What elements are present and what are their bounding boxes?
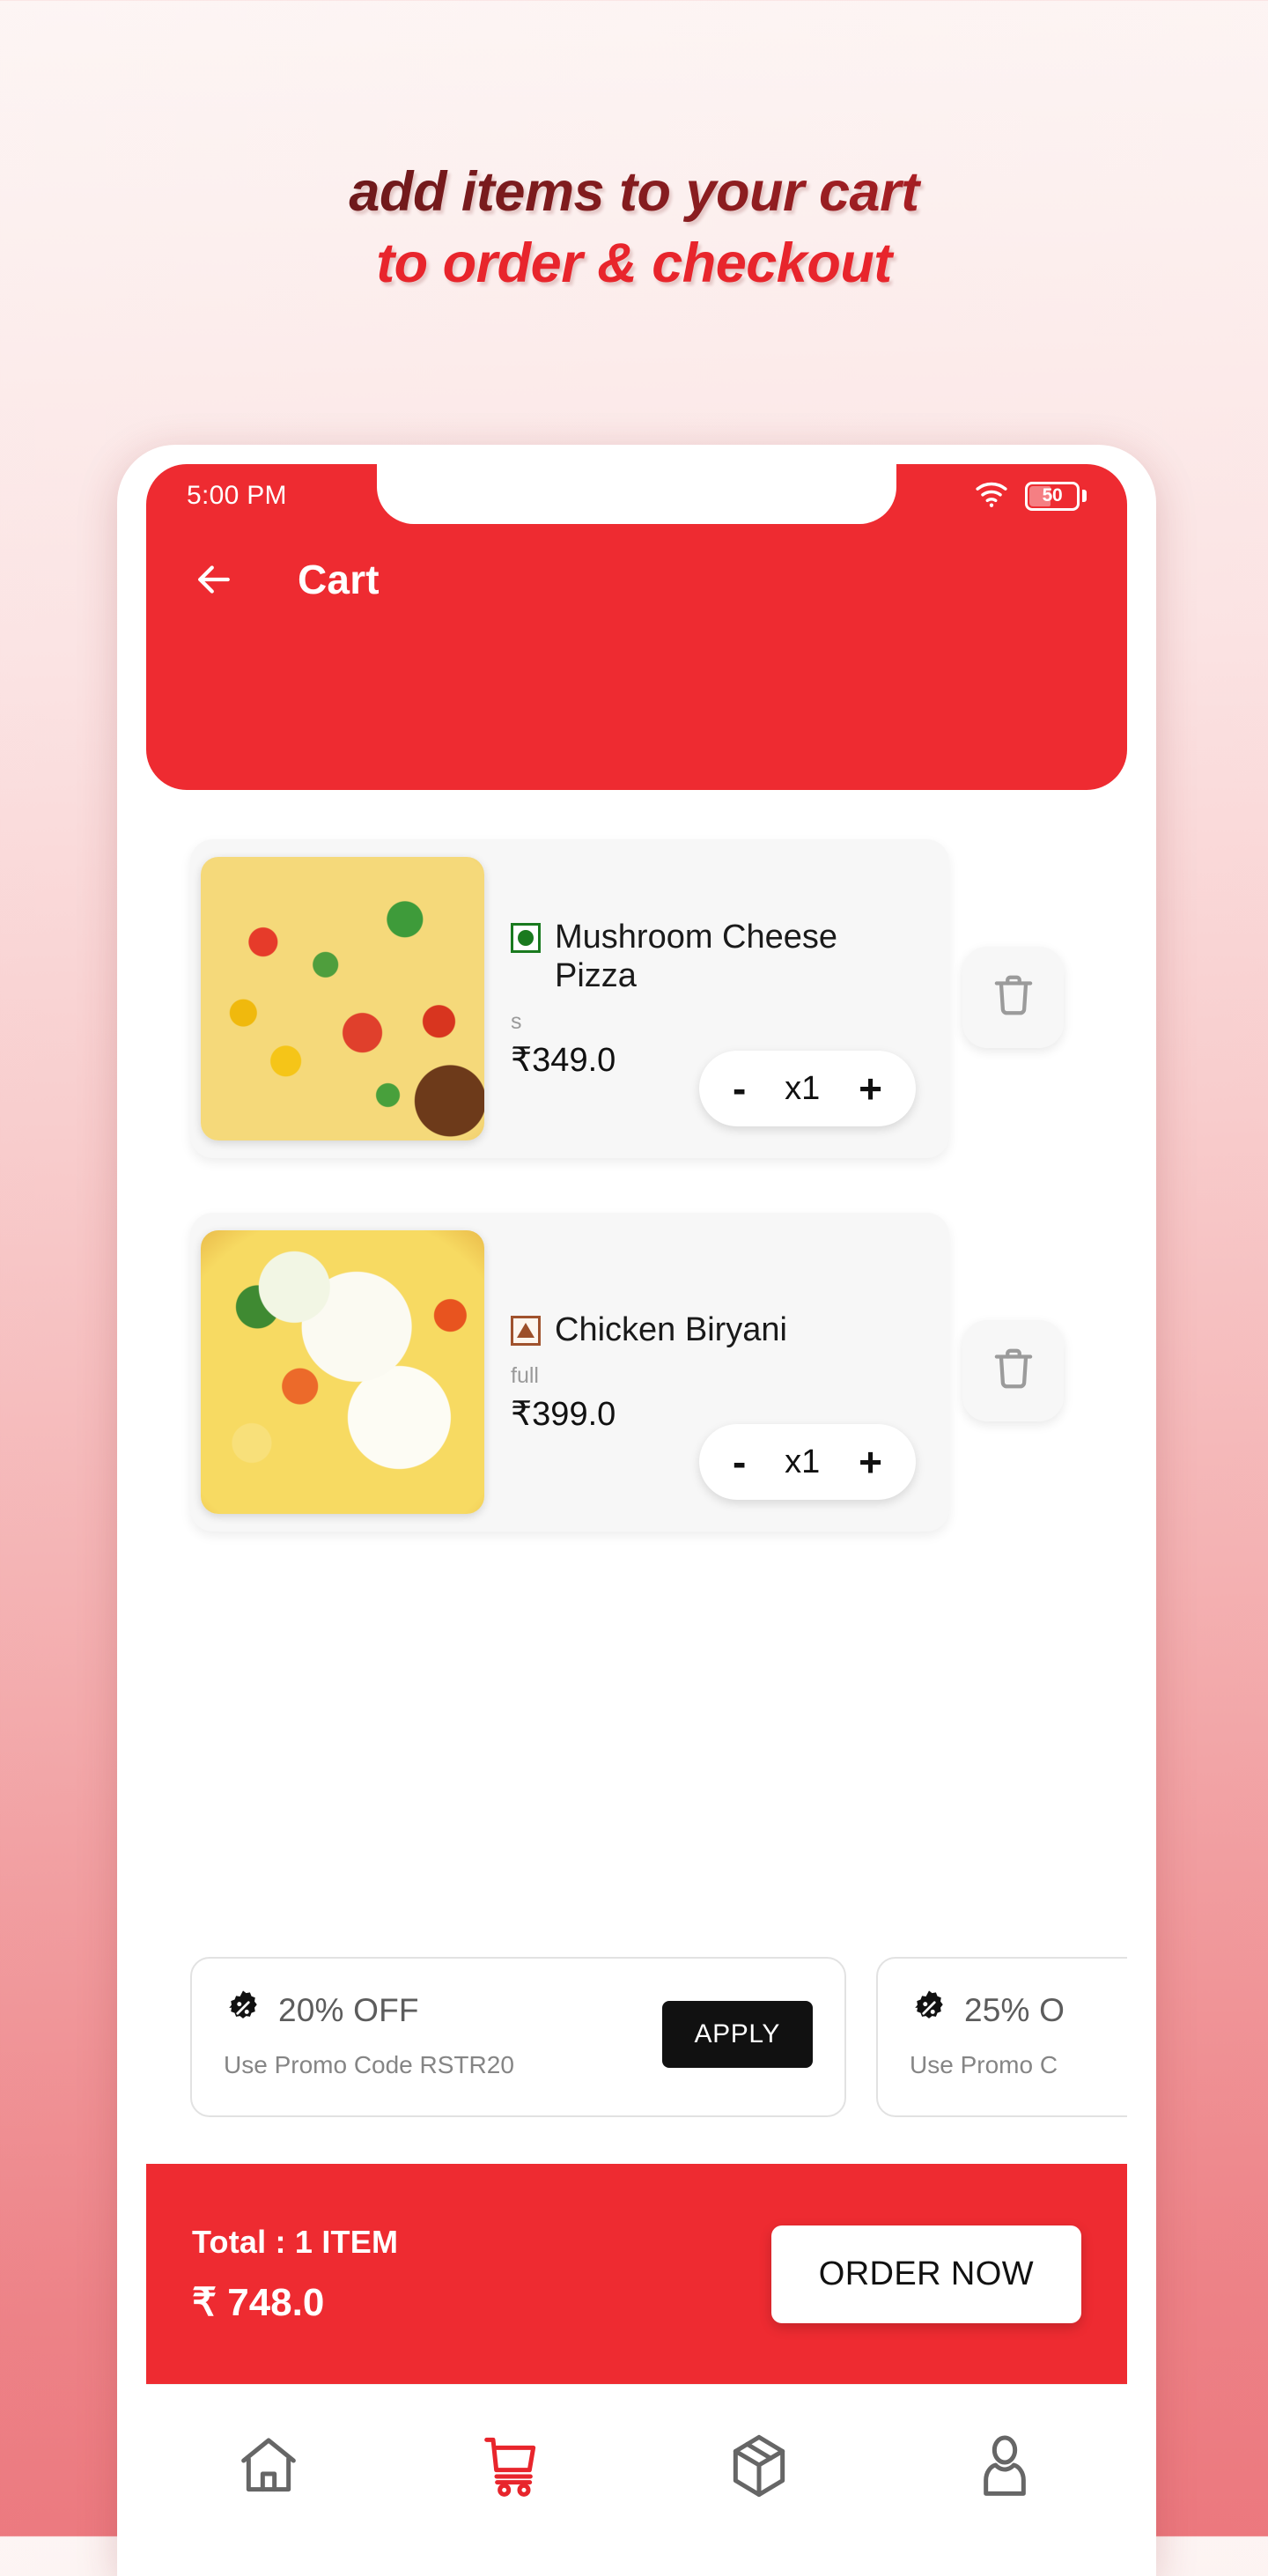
increment-button[interactable]: +: [859, 1442, 882, 1482]
cart-item-row[interactable]: Mushroom Cheese Pizza s ₹349.0 - x1 +: [190, 839, 949, 1158]
promo-discount: 20% OFF: [278, 1991, 419, 2028]
trash-icon: [990, 1345, 1037, 1397]
nav-item-profile[interactable]: [964, 2427, 1045, 2508]
quantity-label: x1: [785, 1069, 821, 1107]
headline-line-2: to order & checkout: [376, 232, 892, 294]
promo-codes-carousel[interactable]: 20% OFF Use Promo Code RSTR20 APPLY 25% …: [190, 1957, 1127, 2117]
cart-item-name: Chicken Biryani: [555, 1310, 787, 1348]
cart-item-row[interactable]: Chicken Biryani full ₹399.0 - x1 +: [190, 1213, 949, 1532]
total-bar: Total : 1 ITEM ₹ 748.0 ORDER NOW: [146, 2164, 1127, 2384]
cart-item-info: Chicken Biryani full ₹399.0: [484, 1310, 854, 1434]
nonveg-indicator-icon: [511, 1315, 541, 1346]
box-icon: [724, 2431, 794, 2506]
cart-icon: [479, 2431, 549, 2506]
total-items-label: Total : 1 ITEM: [192, 2223, 399, 2260]
wifi-icon: [974, 479, 1009, 513]
app-bar: 5:00 PM 50 Cart: [146, 464, 1127, 790]
nav-item-orders[interactable]: [719, 2427, 800, 2508]
increment-button[interactable]: +: [859, 1068, 882, 1109]
headline-line-1: add items to your cart: [0, 157, 1268, 228]
status-clock: 5:00 PM: [187, 481, 287, 510]
promo-discount: 25% O: [964, 1991, 1065, 2028]
person-icon: [969, 2431, 1040, 2506]
promo-card[interactable]: 25% O Use Promo C APPLY: [876, 1957, 1127, 2117]
phone-screen: 5:00 PM 50 Cart Mushroom Cheese Pizza s …: [146, 464, 1127, 2576]
bottom-navigation: [146, 2384, 1127, 2576]
home-icon: [233, 2431, 304, 2506]
cart-item-image: [201, 857, 484, 1140]
battery-level-label: 50: [1042, 485, 1063, 506]
promo-headline: add items to your cart to order & checko…: [0, 157, 1268, 299]
nav-item-cart[interactable]: [474, 2427, 555, 2508]
quantity-stepper[interactable]: - x1 +: [699, 1051, 916, 1126]
decrement-button[interactable]: -: [733, 1442, 746, 1482]
decrement-button[interactable]: -: [733, 1068, 746, 1109]
page-title: Cart: [298, 557, 380, 602]
trash-icon: [990, 971, 1037, 1023]
order-now-button[interactable]: ORDER NOW: [770, 2225, 1081, 2323]
percent-badge-icon: [224, 1989, 262, 2032]
status-bar: 5:00 PM 50: [146, 464, 1127, 528]
app-bar-row: Cart: [146, 556, 1127, 603]
apply-promo-button[interactable]: APPLY: [661, 2001, 813, 2068]
cart-item-size: full: [511, 1363, 539, 1389]
percent-badge-icon: [910, 1989, 948, 2032]
cart-item-image: [201, 1230, 484, 1514]
cart-item-size: s: [511, 1009, 522, 1035]
battery-icon: 50: [1025, 481, 1087, 511]
quantity-stepper[interactable]: - x1 +: [699, 1424, 916, 1500]
promo-card[interactable]: 20% OFF Use Promo Code RSTR20 APPLY: [190, 1957, 846, 2117]
delete-item-button[interactable]: [962, 947, 1064, 1048]
phone-mockup: 5:00 PM 50 Cart Mushroom Cheese Pizza s …: [117, 445, 1156, 2576]
quantity-label: x1: [785, 1443, 821, 1480]
cart-item-name: Mushroom Cheese Pizza: [555, 918, 838, 994]
cart-items-list: Mushroom Cheese Pizza s ₹349.0 - x1 + Ch…: [146, 790, 1127, 1532]
status-system-icons: 50: [974, 479, 1087, 513]
total-amount: ₹ 748.0: [192, 2280, 325, 2324]
promo-subtitle: Use Promo C: [910, 2051, 1058, 2078]
nav-item-home[interactable]: [228, 2427, 309, 2508]
back-arrow-icon[interactable]: [190, 556, 238, 603]
veg-indicator-icon: [511, 922, 541, 953]
delete-item-button[interactable]: [962, 1320, 1064, 1421]
